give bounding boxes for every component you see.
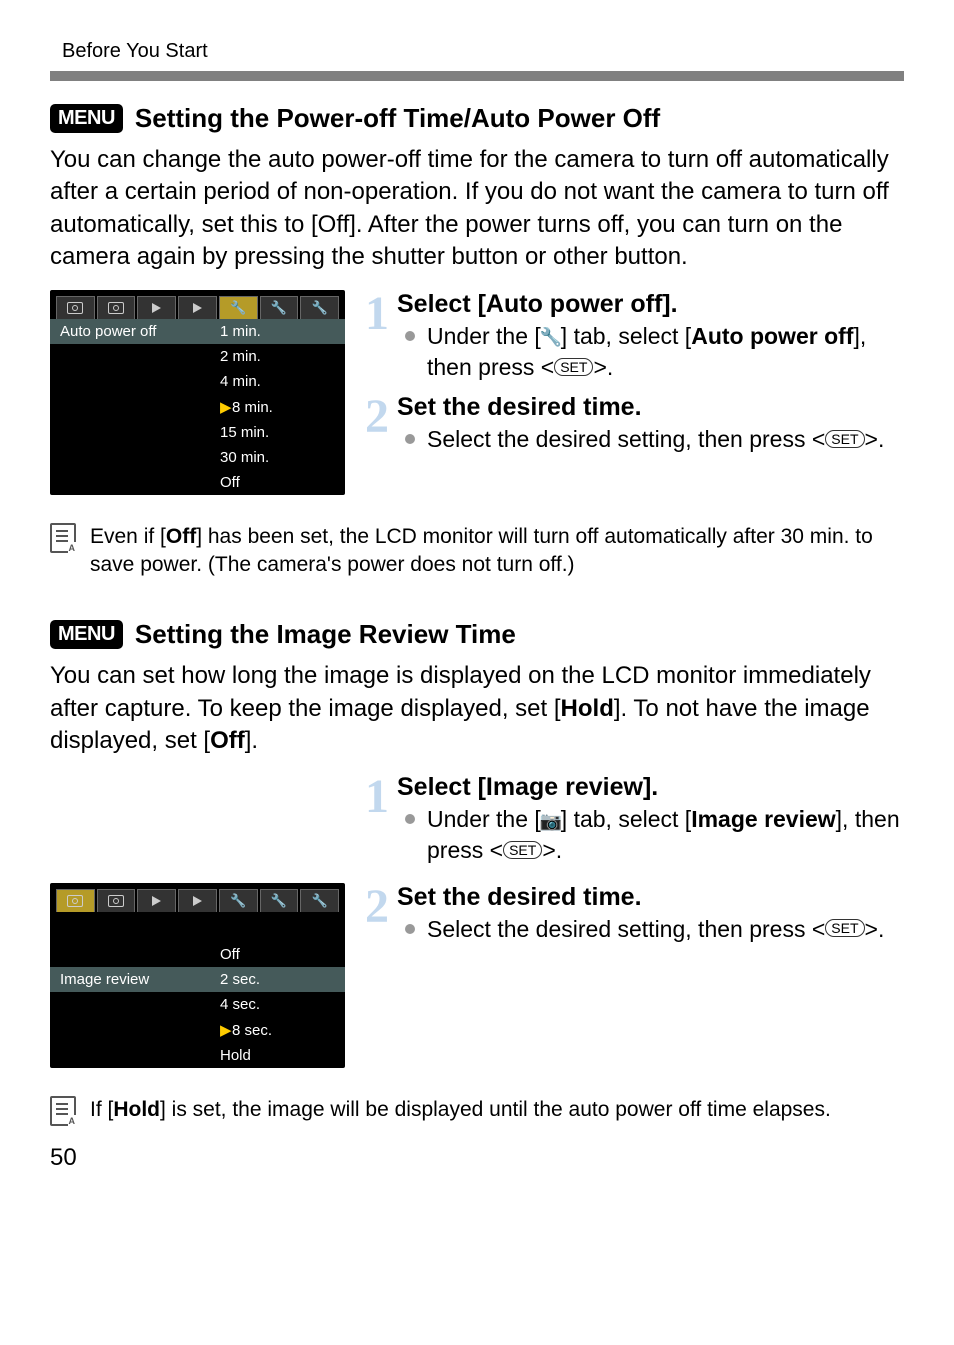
note-icon bbox=[50, 1096, 76, 1126]
camera-icon: 📷 bbox=[541, 811, 561, 831]
section1-step1: 1 Select [Auto power off]. Under the [🔧]… bbox=[357, 290, 904, 385]
menu-option-4: Hold bbox=[220, 1047, 335, 1064]
tab-setup-2: 🔧 bbox=[260, 889, 299, 912]
tab-setup-1: 🔧 bbox=[219, 889, 258, 912]
section2-content: 🔧 🔧 🔧 Off Image review 2 sec. 4 sec. ▶8 … bbox=[50, 883, 904, 1068]
header-divider bbox=[50, 71, 904, 81]
section1-step2-title: Set the desired time. bbox=[397, 393, 904, 422]
page-number: 50 bbox=[50, 1144, 904, 1172]
section1-step1-bullet: Under the [🔧] tab, select [Auto power of… bbox=[397, 321, 904, 383]
section2-step1: 1 Select [Image review]. Under the [📷] t… bbox=[357, 773, 904, 868]
menu-option-5: 30 min. bbox=[220, 449, 335, 466]
menu-option-1: 2 min. bbox=[220, 348, 335, 365]
section1-step2: 2 Set the desired time. Select the desir… bbox=[357, 393, 904, 457]
step-number-2: 2 bbox=[357, 883, 397, 931]
section1-header: MENU Setting the Power-off Time/Auto Pow… bbox=[50, 103, 904, 134]
set-button-icon: SET bbox=[554, 358, 593, 376]
menu-option-0: 1 min. bbox=[220, 323, 335, 340]
menu-option-6: Off bbox=[220, 474, 335, 491]
note-icon bbox=[50, 523, 76, 553]
section1-steps: 1 Select [Auto power off]. Under the [🔧]… bbox=[357, 290, 904, 495]
camera-menu-image-review: 🔧 🔧 🔧 Off Image review 2 sec. 4 sec. ▶8 … bbox=[50, 883, 345, 1068]
tab-setup-3: 🔧 bbox=[300, 296, 339, 319]
menu-option-4: 15 min. bbox=[220, 424, 335, 441]
step-number-1: 1 bbox=[357, 290, 397, 338]
bullet-icon bbox=[405, 331, 415, 341]
tab-camera-1 bbox=[56, 889, 95, 912]
section2-note: If [Hold] is set, the image will be disp… bbox=[50, 1096, 904, 1126]
section2-steps: 2 Set the desired time. Select the desir… bbox=[357, 883, 904, 1068]
section1-screenshot: 🔧 🔧 🔧 Auto power off 1 min. 2 min. 4 min… bbox=[50, 290, 345, 495]
section1-title: Setting the Power-off Time/Auto Power Of… bbox=[135, 103, 660, 134]
section2-step2-bullet: Select the desired setting, then press <… bbox=[397, 914, 904, 945]
menu-option-2: 4 min. bbox=[220, 373, 335, 390]
section2-title: Setting the Image Review Time bbox=[135, 619, 516, 650]
wrench-icon: 🔧 bbox=[541, 327, 561, 347]
set-button-icon: SET bbox=[825, 430, 864, 448]
menu-option-0: Off bbox=[220, 946, 335, 963]
section1-step1-title: Select [Auto power off]. bbox=[397, 290, 904, 319]
tab-play-1 bbox=[137, 889, 176, 912]
tab-play-2 bbox=[178, 296, 217, 319]
menu-row-label: Auto power off bbox=[60, 323, 220, 340]
tab-setup-1: 🔧 bbox=[219, 296, 258, 319]
section2-step1-bullet: Under the [📷] tab, select [Image review]… bbox=[397, 804, 904, 866]
tab-camera-1 bbox=[56, 296, 95, 319]
section2-screenshot: 🔧 🔧 🔧 Off Image review 2 sec. 4 sec. ▶8 … bbox=[50, 883, 345, 1068]
section1-intro: You can change the auto power-off time f… bbox=[50, 144, 904, 274]
menu-badge: MENU bbox=[50, 620, 123, 649]
menu-row-image-review: Image review 2 sec. bbox=[50, 967, 345, 992]
section2-step2-title: Set the desired time. bbox=[397, 883, 904, 912]
set-button-icon: SET bbox=[825, 919, 864, 937]
tab-camera-2 bbox=[97, 296, 136, 319]
section1-step2-bullet: Select the desired setting, then press <… bbox=[397, 424, 904, 455]
menu-tab-strip: 🔧 🔧 🔧 bbox=[50, 290, 345, 319]
section2-step2: 2 Set the desired time. Select the desir… bbox=[357, 883, 904, 947]
bullet-icon bbox=[405, 924, 415, 934]
section1-note: Even if [Off] has been set, the LCD moni… bbox=[50, 523, 904, 580]
menu-tab-strip: 🔧 🔧 🔧 bbox=[50, 883, 345, 912]
menu-option-3: ▶8 min. bbox=[220, 398, 335, 416]
bullet-icon bbox=[405, 814, 415, 824]
section2-content-top: 1 Select [Image review]. Under the [📷] t… bbox=[50, 773, 904, 876]
tab-play-1 bbox=[137, 296, 176, 319]
tab-camera-2 bbox=[97, 889, 136, 912]
menu-badge: MENU bbox=[50, 104, 123, 133]
section2-intro: You can set how long the image is displa… bbox=[50, 660, 904, 757]
menu-row-label: Image review bbox=[60, 971, 220, 988]
menu-row-auto-power-off: Auto power off 1 min. bbox=[50, 319, 345, 344]
tab-setup-2: 🔧 bbox=[260, 296, 299, 319]
breadcrumb: Before You Start bbox=[50, 40, 904, 71]
menu-option-1: 2 sec. bbox=[220, 971, 335, 988]
step-number-1: 1 bbox=[357, 773, 397, 821]
menu-option-2: 4 sec. bbox=[220, 996, 335, 1013]
camera-menu-auto-power-off: 🔧 🔧 🔧 Auto power off 1 min. 2 min. 4 min… bbox=[50, 290, 345, 495]
section2-header: MENU Setting the Image Review Time bbox=[50, 619, 904, 650]
tab-setup-3: 🔧 bbox=[300, 889, 339, 912]
section1-content: 🔧 🔧 🔧 Auto power off 1 min. 2 min. 4 min… bbox=[50, 290, 904, 495]
menu-option-3: ▶8 sec. bbox=[220, 1021, 335, 1039]
bullet-icon bbox=[405, 434, 415, 444]
step-number-2: 2 bbox=[357, 393, 397, 441]
tab-play-2 bbox=[178, 889, 217, 912]
page: Before You Start MENU Setting the Power-… bbox=[0, 0, 954, 1212]
section2-step1-title: Select [Image review]. bbox=[397, 773, 904, 802]
set-button-icon: SET bbox=[503, 841, 542, 859]
